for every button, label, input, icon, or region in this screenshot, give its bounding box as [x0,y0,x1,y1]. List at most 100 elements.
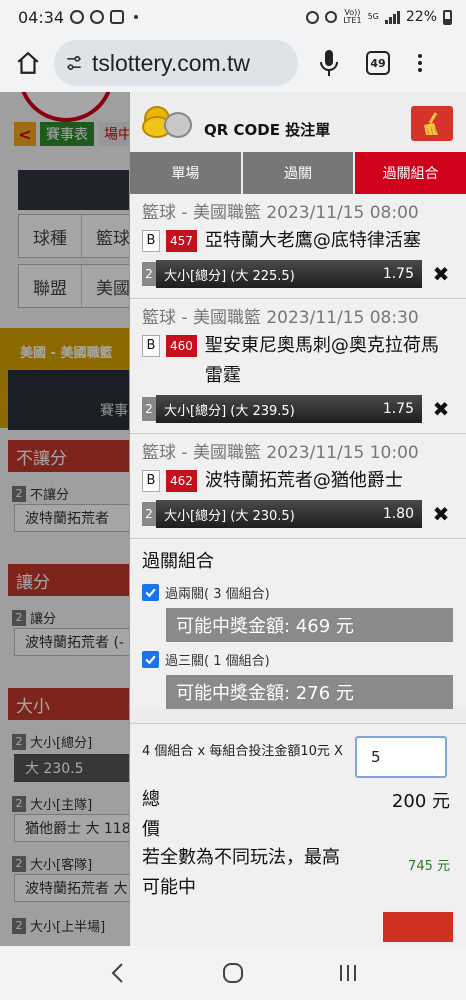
league-filter-row[interactable]: 聯盟 美國 [18,264,138,308]
market-option[interactable]: 波特蘭拓荒者 大 [14,874,140,902]
browser-menu-button[interactable] [416,54,424,72]
checkmark-icon [145,655,156,665]
coins-icon [140,102,194,142]
sport-filter-row[interactable]: 球種 籃球 [18,214,138,258]
bet-meta: 籃球 - 美國職籃 2023/11/15 08:00 [142,203,419,223]
stake-multiplier-input[interactable]: 5 [354,736,447,778]
max-prize-label: 若全數為不同玩法，最高可能中 [142,847,340,898]
market-option[interactable]: 波特蘭拓荒者 (- [14,628,140,656]
league-banner-title: 美國 - 美國職籃 [20,346,113,361]
remove-bet-icon[interactable]: ✖ [432,397,450,421]
combo-option[interactable]: 過三關( 1 個組合) [142,650,454,669]
league-filter-label: 聯盟 [33,278,67,299]
selection-label: 大小[總分] (大 230.5) [164,508,295,524]
gallery-notification-icon [70,10,85,24]
line-notification-icon [90,10,105,24]
alarm-icon [306,10,320,24]
background-tab-schedule[interactable]: 賽事表 [40,122,94,146]
combo-checkbox[interactable] [142,584,159,601]
bet-card: 籃球 - 美國職籃 2023/11/15 10:00 B 462 波特蘭拓荒者@… [130,434,466,539]
status-bar: 04:34 Vo)) LTE1 5G 22% [0,0,466,34]
combo-option-label: 過兩關( 3 個組合) [165,587,270,602]
market-option[interactable]: 波特蘭拓荒者 [14,504,140,532]
bet-match: B 460 聖安東尼奧馬刺@奧克拉荷馬雷霆 [142,331,454,391]
selection-label: 大小[總分] (大 239.5) [164,403,295,419]
total-price-label: 總價 [142,789,160,840]
combo-prize: 可能中獎金額: 276 元 [166,675,453,709]
tab-parlay[interactable]: 過關 [242,152,356,194]
tabs-left-arrow[interactable]: < [14,122,36,146]
bet-type-badge: B [142,230,160,252]
back-icon [111,963,123,983]
selection-bar: 大小[總分] (大 225.5) 1.75 [156,260,422,288]
combo-checkbox[interactable] [142,651,159,668]
address-bar[interactable]: tslottery.com.tw [54,40,298,86]
bet-card: 籃球 - 美國職籃 2023/11/15 08:30 B 460 聖安東尼奧馬刺… [130,299,466,434]
stake-label: 4 個組合 x 每組合投注金額10元 X [142,744,343,759]
totals-section: 總價 200 元 若全數為不同玩法，最高可能中 745 元 [130,779,466,946]
market-item: 2 大小[總分] [12,732,92,751]
status-time: 04:34 [18,7,65,27]
section-handicap: 讓分 [8,564,140,596]
match-name: 亞特蘭大老鷹@底特律活塞 [204,230,421,251]
battery-icon [443,9,452,25]
max-prize-value: 745 元 [408,859,450,874]
submit-button[interactable] [383,912,453,942]
section-moneyline: 不讓分 [8,440,140,472]
league-banner-text: 賽事 [100,403,128,419]
bet-match: B 462 波特蘭拓荒者@猶他爵士 [142,466,454,496]
back-button[interactable] [98,953,138,993]
site-logo [18,92,114,122]
signal-icon [384,10,400,24]
bet-type-tabs: 單場 過關 過關組合 [130,152,466,194]
bet-selection-row: 2 大小[總分] (大 239.5) 1.75 ✖ [142,395,454,423]
selection-index: 2 [142,397,156,421]
home-button[interactable] [10,45,46,81]
background-tabs: < 賽事表 場中 [14,122,138,146]
network-type: 5G [367,12,379,21]
checkmark-icon [145,588,156,598]
bet-meta: 籃球 - 美國職籃 2023/11/15 10:00 [142,443,419,463]
volte-icon: Vo)) LTE1 [343,8,362,25]
selection-label: 大小[總分] (大 225.5) [164,268,295,284]
voice-search-button[interactable] [314,45,344,81]
market-item: 2 不讓分 [12,484,69,503]
bet-type-badge: B [142,335,160,357]
combo-option-label: 過三關( 1 個組合) [165,654,270,669]
bet-meta: 籃球 - 美國職籃 2023/11/15 08:30 [142,308,419,328]
game-number-badge: 460 [166,335,197,357]
tab-single[interactable]: 單場 [130,152,243,194]
system-navigation-bar [0,946,466,1000]
bet-slip-panel: QR CODE 投注單 單場 過關 過關組合 籃球 - 美國職籃 2023/11… [129,92,466,946]
match-name: 聖安東尼奧馬刺@奧克拉荷馬雷霆 [204,335,439,386]
market-item: 2 大小[主隊] [12,794,92,813]
bet-selection-row: 2 大小[總分] (大 225.5) 1.75 ✖ [142,260,454,288]
site-settings-icon[interactable] [64,53,84,73]
broom-icon [424,111,438,135]
sport-filter-value: 籃球 [81,215,130,257]
menu-dot-icon [418,61,422,65]
combo-section: 過關組合 過兩關( 3 個組合) 可能中獎金額: 469 元 過三關( 1 個組… [130,539,466,709]
remove-bet-icon[interactable]: ✖ [432,262,450,286]
recents-button[interactable] [328,953,368,993]
home-nav-button[interactable] [213,953,253,993]
selection-bar: 大小[總分] (大 239.5) 1.75 [156,395,422,423]
section-over-under: 大小 [8,688,140,720]
tab-switcher-button[interactable]: 49 [366,51,390,75]
sport-filter-label: 球種 [33,228,67,249]
market-option[interactable]: 猶他爵士 大 118 [14,814,140,842]
clear-bets-button[interactable] [411,106,453,141]
market-option-selected[interactable]: 大 230.5 [14,754,140,782]
combo-title: 過關組合 [142,551,214,572]
microphone-icon [320,50,338,76]
mute-icon [325,11,338,23]
menu-dot-icon [418,54,422,58]
remove-bet-icon[interactable]: ✖ [432,502,450,526]
browser-toolbar: tslottery.com.tw 49 [0,34,466,92]
combo-option[interactable]: 過兩關( 3 個組合) [142,583,454,602]
tab-parlay-combo[interactable]: 過關組合 [355,152,466,194]
home-icon [17,51,39,74]
more-notifications-icon [134,15,139,19]
home-nav-icon [222,963,243,983]
market-item: 2 大小[客隊] [12,854,92,873]
